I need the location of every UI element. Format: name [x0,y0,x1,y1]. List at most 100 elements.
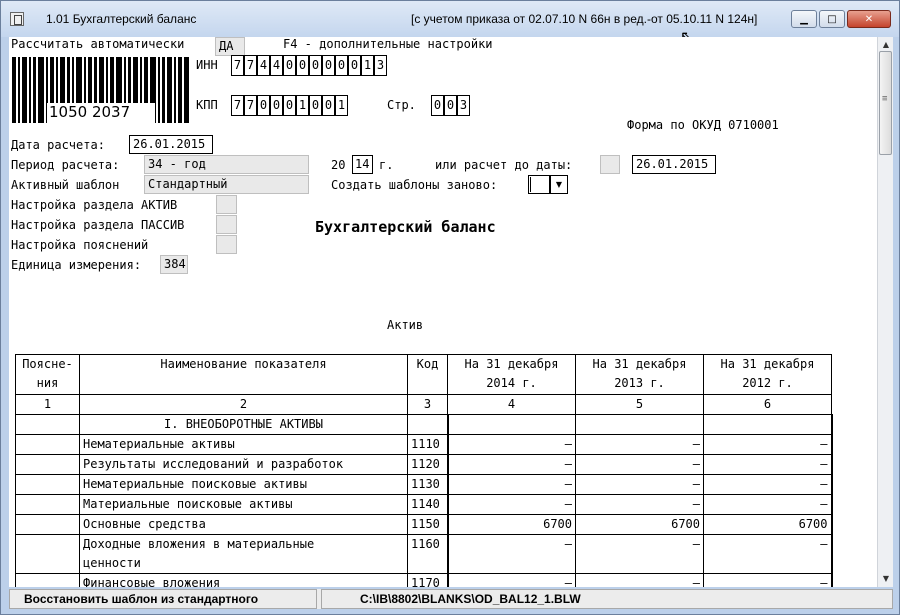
code-cell: 1110 [407,434,448,455]
value-cell[interactable]: – [703,454,833,475]
value-cell[interactable]: – [446,573,576,587]
code-cell [407,414,448,435]
notes-setup-button[interactable] [216,235,237,254]
okud-code: Форма по ОКУД 0710001 [627,118,779,132]
value-cell[interactable]: – [446,494,576,515]
inn-digit[interactable]: 7 [231,55,244,76]
scroll-down-icon[interactable]: ▼ [878,571,894,587]
minimize-button[interactable]: ▁ [791,10,817,28]
indicator-name: Результаты исследований и разработок [79,454,408,475]
page-digit[interactable]: 0 [431,95,444,116]
liab-setup-button[interactable] [216,215,237,234]
close-button[interactable]: ✕ [847,10,891,28]
value-cell[interactable]: – [703,434,833,455]
inn-digit[interactable]: 0 [283,55,296,76]
year-field[interactable]: 14 [352,155,373,174]
maximize-button[interactable]: □ [819,10,845,28]
value-cell[interactable] [446,414,576,435]
table-row: Результаты исследований и разработок 1120… [15,454,833,475]
year-suffix: г. [379,158,394,172]
inn-digit[interactable]: 3 [374,55,387,76]
recreate-select[interactable] [528,175,550,194]
column-number: 2 [79,394,408,415]
template-field[interactable]: Стандартный [144,175,309,194]
kpp-digit[interactable]: 1 [296,95,309,116]
value-cell[interactable]: – [575,573,704,587]
calc-to-date-label: или расчет до даты: [435,158,573,172]
asset-setup-button[interactable] [216,195,237,214]
value-cell[interactable]: 6700 [575,514,704,535]
kpp-digit[interactable]: 0 [309,95,322,116]
notes-cell[interactable] [15,514,80,535]
kpp-digit[interactable]: 1 [335,95,348,116]
value-cell[interactable]: – [703,474,833,495]
inn-digit[interactable]: 4 [257,55,270,76]
value-cell[interactable]: – [575,474,704,495]
value-cell[interactable]: – [575,534,704,574]
inn-digit[interactable]: 0 [309,55,322,76]
notes-cell[interactable] [15,494,80,515]
calc-to-date-checkbox[interactable] [600,155,620,174]
inn-digit[interactable]: 0 [322,55,335,76]
page-digit[interactable]: 0 [444,95,457,116]
inn-digit[interactable]: 0 [348,55,361,76]
calc-date-field[interactable]: 26.01.2015 [129,135,213,154]
kpp-field[interactable]: 770001001 [231,95,349,116]
kpp-digit[interactable]: 7 [231,95,244,116]
inn-digit[interactable]: 7 [244,55,257,76]
value-cell[interactable]: – [703,573,833,587]
code-cell: 1120 [407,454,448,475]
value-cell[interactable]: – [446,474,576,495]
notes-cell[interactable] [15,434,80,455]
value-cell[interactable]: – [446,454,576,475]
kpp-digit[interactable]: 0 [270,95,283,116]
vertical-scrollbar[interactable]: ▲ ▼ [877,37,893,587]
notes-cell[interactable] [15,454,80,475]
page-digit[interactable]: 3 [457,95,470,116]
notes-cell[interactable] [15,534,80,574]
inn-digit[interactable]: 4 [270,55,283,76]
unit-label: Единица измерения: [11,258,142,272]
value-cell[interactable]: – [446,534,576,574]
value-cell[interactable]: 6700 [446,514,576,535]
kpp-digit[interactable]: 0 [322,95,335,116]
value-cell[interactable]: – [446,434,576,455]
notes-cell[interactable] [15,414,80,435]
value-cell[interactable] [703,414,833,435]
scroll-thumb[interactable] [879,51,892,155]
unit-field[interactable]: 384 [160,255,188,274]
kpp-label: КПП [196,98,218,112]
indicator-name: Доходные вложения в материальные ценности [79,534,408,574]
table-row: Нематериальные активы 1110– – – [15,434,833,455]
value-cell[interactable]: – [703,494,833,515]
calc-to-date-field[interactable]: 26.01.2015 [632,155,716,174]
kpp-digit[interactable]: 0 [257,95,270,116]
period-field[interactable]: 34 - год [144,155,309,174]
inn-digit[interactable]: 0 [296,55,309,76]
app-icon[interactable] [10,12,24,26]
value-cell[interactable]: – [575,434,704,455]
notes-cell[interactable] [15,474,80,495]
kpp-digit[interactable]: 7 [244,95,257,116]
kpp-digit[interactable]: 0 [283,95,296,116]
status-restore-template[interactable]: Восстановить шаблон из стандартного [9,589,317,609]
value-cell[interactable]: – [575,494,704,515]
barcode-number: 1050 2037 [49,103,131,121]
auto-calc-field[interactable]: ДА [215,37,245,56]
title-bar[interactable]: 1.01 Бухгалтерский баланс [с учетом прик… [1,1,899,37]
value-cell[interactable]: 6700 [703,514,833,535]
inn-digit[interactable]: 1 [361,55,374,76]
status-bar: Восстановить шаблон из стандартного C:\I… [9,589,893,609]
inn-field[interactable]: 774400000013 [231,55,388,76]
page-number-field[interactable]: 003 [431,95,471,116]
chevron-down-icon[interactable]: ▼ [550,175,568,194]
value-cell[interactable]: – [703,534,833,574]
value-cell[interactable] [575,414,704,435]
indicator-name-line: Нематериальные поисковые активы [83,477,307,491]
main-window: 1.01 Бухгалтерский баланс [с учетом прик… [0,0,900,615]
column-number: 4 [447,394,576,415]
column-header: На 31 декабря 2014 г. [447,354,576,395]
inn-digit[interactable]: 0 [335,55,348,76]
value-cell[interactable]: – [575,454,704,475]
notes-cell[interactable] [15,573,80,587]
